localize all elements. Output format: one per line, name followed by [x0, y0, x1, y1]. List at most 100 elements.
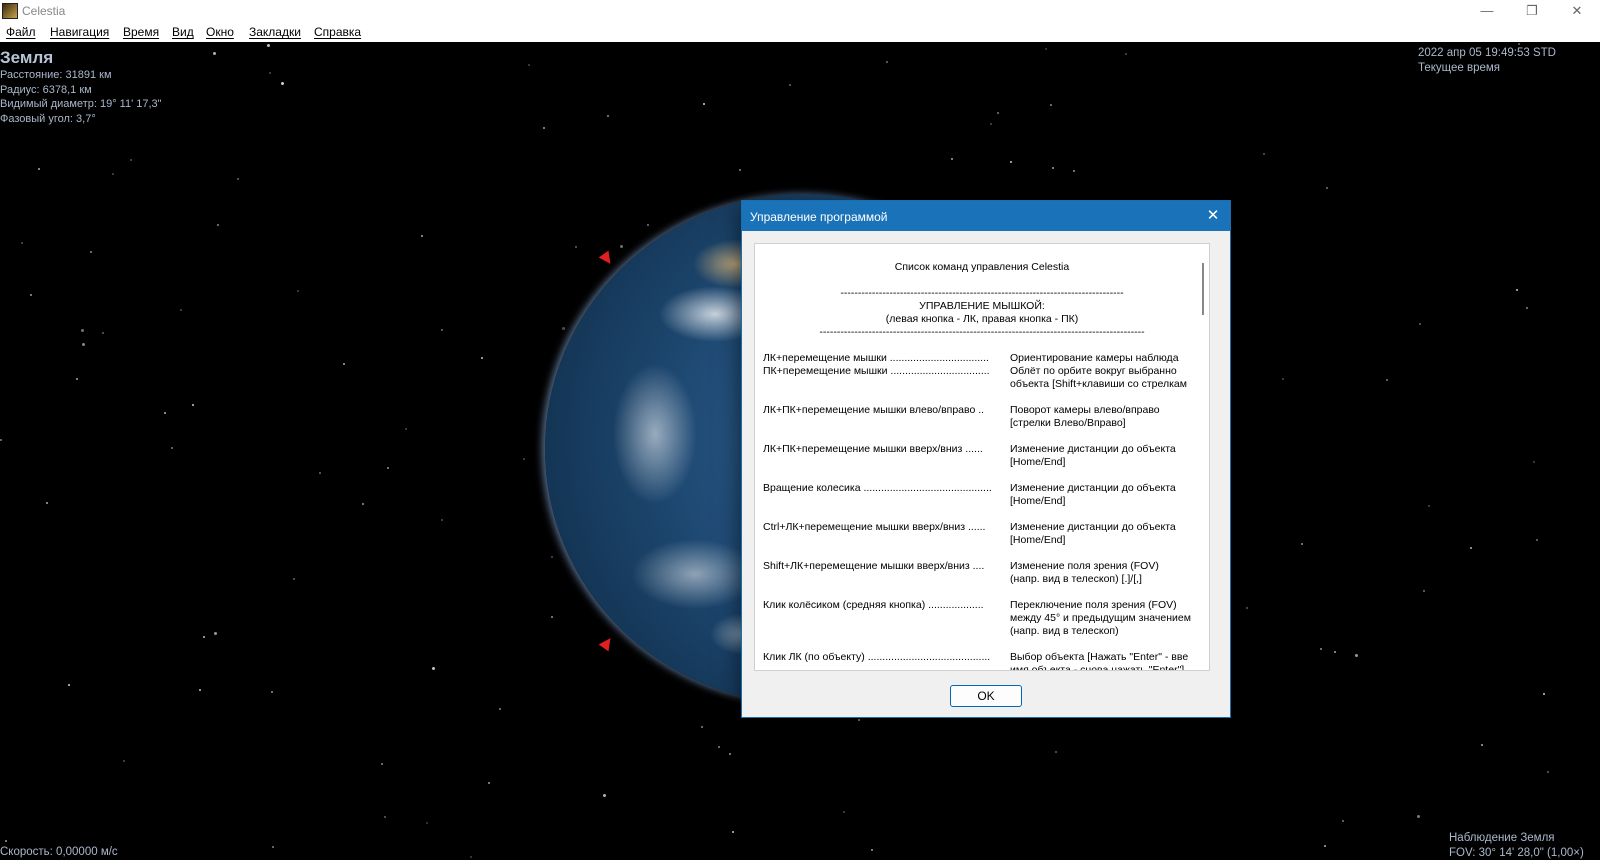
- star: [1547, 771, 1549, 773]
- command-action: Shift+ЛК+перемещение мышки вверх/вниз ..…: [763, 560, 985, 572]
- star: [551, 556, 553, 558]
- minimize-button[interactable]: —: [1464, 0, 1510, 22]
- command-row: [Home/End]: [763, 534, 1201, 547]
- help-text-area[interactable]: Список команд управления Celestia ------…: [754, 243, 1210, 671]
- star: [426, 822, 428, 824]
- star: [1543, 693, 1545, 695]
- star: [0, 439, 2, 441]
- command-description: [Home/End]: [1010, 456, 1066, 468]
- star: [1073, 170, 1075, 172]
- close-button[interactable]: ✕: [1554, 0, 1600, 22]
- star: [1045, 48, 1047, 50]
- star: [1334, 651, 1336, 653]
- star: [102, 332, 104, 334]
- star: [293, 578, 295, 580]
- menu-bookmarks[interactable]: Закладки: [249, 25, 301, 39]
- star: [1470, 547, 1472, 549]
- command-description: Изменение поля зрения (FOV): [1010, 560, 1159, 572]
- dialog-title-bar[interactable]: Управление программой ✕: [742, 201, 1230, 231]
- command-description: Изменение дистанции до объекта: [1010, 482, 1176, 494]
- command-row: [763, 469, 1201, 482]
- ok-button[interactable]: OK: [950, 685, 1022, 707]
- help-section-title: УПРАВЛЕНИЕ МЫШКОЙ:: [919, 300, 1045, 312]
- command-action: Вращение колесика ......................…: [763, 482, 992, 494]
- command-row: Ctrl+ЛК+перемещение мышки вверх/вниз ...…: [763, 521, 1201, 534]
- star: [951, 158, 953, 160]
- star: [528, 64, 530, 66]
- command-row: [763, 430, 1201, 443]
- star: [217, 224, 219, 226]
- time-mode: Текущее время: [1418, 61, 1501, 74]
- command-row: имя объекта - снова нажать "Enter"]: [763, 664, 1201, 671]
- star: [1417, 815, 1420, 818]
- command-action: ПК+перемещение мышки ...................…: [763, 365, 990, 377]
- star: [1428, 505, 1430, 507]
- time-info-panel: 2022 апр 05 19:49:53 STD Текущее время: [1418, 46, 1556, 75]
- star: [441, 519, 443, 521]
- menu-window[interactable]: Окно: [206, 25, 234, 39]
- object-apparent-diameter: Видимый диаметр: 19° 11' 17,3": [0, 98, 162, 110]
- star: [271, 691, 273, 693]
- command-row: [Home/End]: [763, 495, 1201, 508]
- star: [789, 84, 791, 86]
- fov-readout: FOV: 30° 14' 28,0" (1,00×): [1449, 846, 1584, 859]
- star: [297, 290, 299, 292]
- help-separator: ----------------------------------------…: [819, 326, 1145, 338]
- star: [701, 726, 703, 728]
- dialog-title: Управление программой: [750, 210, 888, 224]
- restore-button[interactable]: ❐: [1509, 0, 1555, 22]
- star: [1055, 751, 1057, 753]
- star: [739, 169, 741, 171]
- star: [381, 763, 383, 765]
- star: [38, 168, 40, 170]
- star: [269, 72, 271, 74]
- command-row: [763, 586, 1201, 599]
- star: [362, 503, 364, 505]
- star: [843, 811, 845, 813]
- star: [319, 472, 321, 474]
- menu-file[interactable]: Файл: [6, 25, 36, 39]
- command-description: между 45° и предыдущим значением: [1010, 612, 1191, 624]
- command-row: Вращение колесика ......................…: [763, 482, 1201, 495]
- command-row: между 45° и предыдущим значением: [763, 612, 1201, 625]
- tracking-status: Наблюдение Земля: [1449, 832, 1555, 844]
- star: [603, 794, 606, 797]
- command-description: [Home/End]: [1010, 495, 1066, 507]
- star: [607, 115, 609, 117]
- command-row: [763, 508, 1201, 521]
- star: [112, 173, 114, 175]
- command-description: Изменение дистанции до объекта: [1010, 521, 1176, 533]
- menu-view[interactable]: Вид: [172, 25, 194, 39]
- menu-time[interactable]: Время: [123, 25, 159, 39]
- dialog-close-icon[interactable]: ✕: [1202, 205, 1224, 227]
- star: [997, 112, 999, 114]
- command-description: имя объекта - снова нажать "Enter"]: [1010, 664, 1185, 671]
- star: [272, 846, 274, 848]
- star: [90, 251, 92, 253]
- star: [192, 404, 194, 406]
- star: [886, 61, 888, 63]
- star: [1516, 289, 1518, 291]
- window-title: Celestia: [22, 4, 66, 18]
- star: [214, 632, 217, 635]
- menu-help[interactable]: Справка: [314, 25, 361, 39]
- help-text: Список команд управления Celestia ------…: [763, 261, 1201, 671]
- star: [488, 782, 490, 784]
- star: [171, 447, 173, 449]
- menu-navigation[interactable]: Навигация: [50, 25, 109, 39]
- star: [499, 708, 501, 710]
- command-row: Shift+ЛК+перемещение мышки вверх/вниз ..…: [763, 560, 1201, 573]
- star: [1052, 167, 1054, 169]
- star: [46, 502, 48, 504]
- help-scrollbar[interactable]: [1198, 245, 1208, 669]
- star: [30, 294, 32, 296]
- star: [21, 242, 23, 244]
- star: [82, 343, 85, 346]
- command-description: Выбор объекта [Нажать "Enter" - вве: [1010, 651, 1189, 663]
- scrollbar-thumb[interactable]: [1202, 263, 1204, 315]
- star: [405, 428, 407, 430]
- selection-marker-top: [598, 250, 616, 268]
- star: [1518, 43, 1520, 45]
- command-action: Клик ЛК (по объекту) ...................…: [763, 651, 991, 663]
- star: [237, 178, 239, 180]
